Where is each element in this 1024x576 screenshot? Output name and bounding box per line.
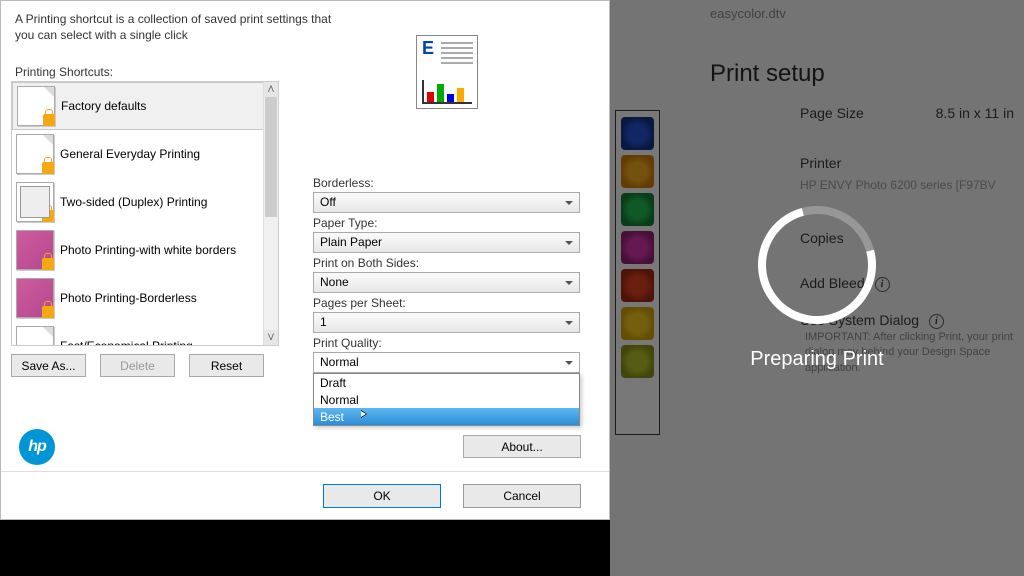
- print-quality-dropdown[interactable]: Draft Normal Best: [313, 373, 580, 426]
- print-dialog: A Printing shortcut is a collection of s…: [0, 0, 610, 520]
- shortcut-label: Photo Printing-with white borders: [60, 243, 236, 257]
- dialog-footer: OK Cancel: [1, 471, 609, 519]
- quality-option-best[interactable]: Best: [314, 408, 579, 425]
- shortcut-item-factory-defaults[interactable]: Factory defaults: [12, 82, 265, 130]
- shortcuts-list[interactable]: Factory defaults General Everyday Printi…: [11, 81, 279, 346]
- shortcut-label: Photo Printing-Borderless: [60, 291, 197, 305]
- cancel-button[interactable]: Cancel: [463, 484, 581, 508]
- borderless-select[interactable]: Off: [313, 192, 580, 213]
- save-as-button[interactable]: Save As...: [11, 354, 86, 377]
- shortcut-label: General Everyday Printing: [60, 147, 200, 161]
- spinner-icon: [736, 184, 897, 345]
- print-settings: Borderless: Off Paper Type: Plain Paper …: [313, 173, 583, 373]
- shortcut-item-everyday[interactable]: General Everyday Printing: [12, 130, 265, 178]
- print-quality-label: Print Quality:: [313, 336, 583, 350]
- shortcut-label: Factory defaults: [61, 99, 146, 113]
- reset-button[interactable]: Reset: [189, 354, 264, 377]
- shortcut-item-photo-borderless[interactable]: Photo Printing-Borderless: [12, 274, 265, 322]
- page-preview-icon: E: [416, 35, 478, 109]
- hp-logo-icon: hp: [19, 429, 55, 465]
- scroll-up-button[interactable]: ᐱ: [264, 82, 278, 97]
- cursor-icon: [361, 410, 367, 418]
- shortcut-item-photo-borders[interactable]: Photo Printing-with white borders: [12, 226, 265, 274]
- shortcut-item-duplex[interactable]: Two-sided (Duplex) Printing: [12, 178, 265, 226]
- scroll-thumb[interactable]: [265, 97, 277, 217]
- borderless-label: Borderless:: [313, 176, 583, 190]
- ok-button[interactable]: OK: [323, 484, 441, 508]
- shortcut-label: Two-sided (Duplex) Printing: [60, 195, 207, 209]
- shortcuts-label: Printing Shortcuts:: [15, 65, 609, 79]
- pages-per-sheet-select[interactable]: 1: [313, 312, 580, 333]
- scroll-down-button[interactable]: ᐯ: [264, 330, 278, 345]
- loading-text: Preparing Print: [750, 348, 883, 371]
- print-quality-select[interactable]: Normal: [313, 352, 580, 373]
- about-button[interactable]: About...: [463, 435, 581, 458]
- dialog-description: A Printing shortcut is a collection of s…: [1, 1, 361, 47]
- quality-option-normal[interactable]: Normal: [314, 391, 579, 408]
- paper-type-select[interactable]: Plain Paper: [313, 232, 580, 253]
- both-sides-label: Print on Both Sides:: [313, 256, 583, 270]
- shortcut-item-fast[interactable]: Fast/Economical Printing: [12, 322, 265, 345]
- shortcut-label: Fast/Economical Printing: [60, 339, 193, 345]
- both-sides-select[interactable]: None: [313, 272, 580, 293]
- paper-type-label: Paper Type:: [313, 216, 583, 230]
- scrollbar[interactable]: ᐱ ᐯ: [263, 82, 278, 345]
- delete-button: Delete: [100, 354, 175, 377]
- pages-per-sheet-label: Pages per Sheet:: [313, 296, 583, 310]
- loading-overlay: Preparing Print: [610, 0, 1024, 576]
- quality-option-draft[interactable]: Draft: [314, 374, 579, 391]
